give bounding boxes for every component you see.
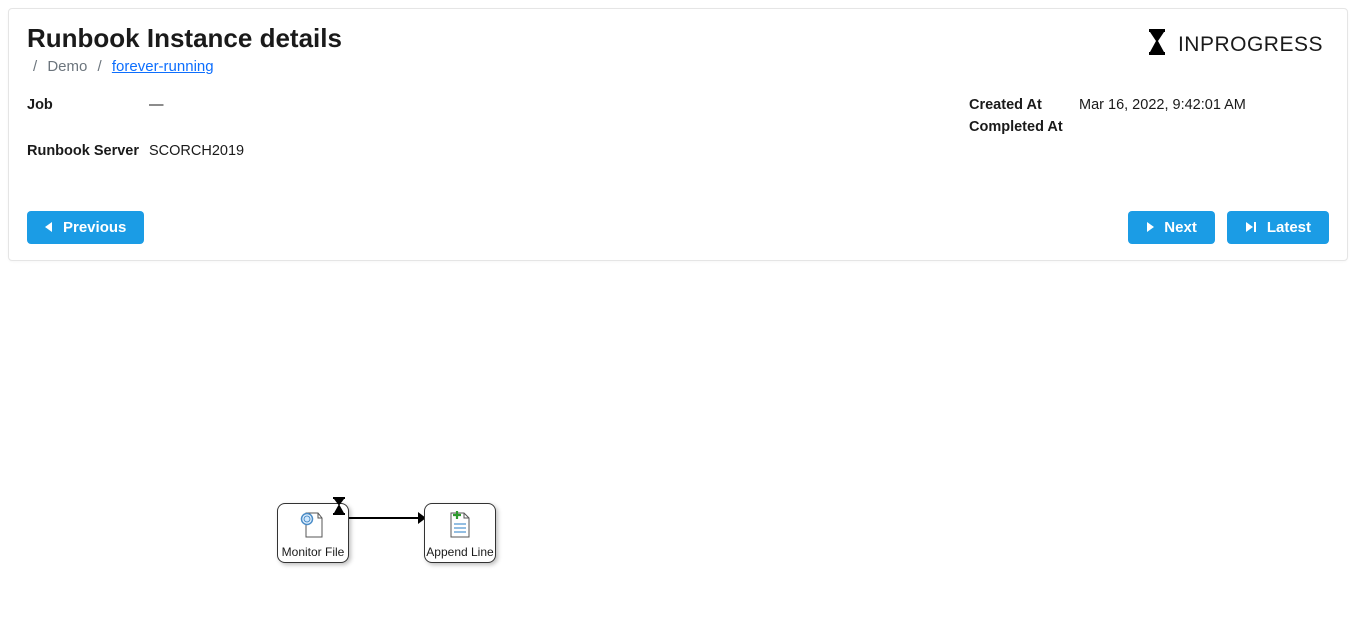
- append-line-icon: [445, 504, 475, 546]
- server-row: Runbook Server SCORCH2019: [27, 143, 929, 159]
- server-label: Runbook Server: [27, 143, 149, 159]
- button-row: Previous Next Latest: [27, 211, 1329, 244]
- job-label: Job: [27, 97, 149, 113]
- page-title: Runbook Instance details: [27, 23, 1146, 54]
- previous-label: Previous: [63, 219, 126, 236]
- details-grid: Job — Runbook Server SCORCH2019 Created …: [27, 97, 1329, 165]
- node-label: Append Line: [426, 546, 493, 560]
- button-row-left: Previous: [27, 211, 144, 244]
- button-row-right: Next Latest: [1128, 211, 1329, 244]
- next-button[interactable]: Next: [1128, 211, 1215, 244]
- flow-node-append-line[interactable]: Append Line: [424, 503, 496, 563]
- breadcrumb: / Demo / forever-running: [27, 58, 1146, 75]
- created-label: Created At: [969, 97, 1079, 113]
- server-value: SCORCH2019: [149, 143, 244, 159]
- monitor-file-icon: [298, 504, 328, 546]
- node-status-icon: [331, 497, 347, 520]
- completed-row: Completed At: [969, 119, 1329, 135]
- created-value: Mar 16, 2022, 9:42:01 AM: [1079, 97, 1246, 113]
- details-panel: Runbook Instance details / Demo / foreve…: [8, 8, 1348, 261]
- header-row: Runbook Instance details / Demo / foreve…: [27, 23, 1329, 75]
- hourglass-icon: [1146, 29, 1168, 60]
- status-area: INPROGRESS: [1146, 23, 1329, 60]
- caret-right-icon: [1146, 219, 1154, 236]
- previous-button[interactable]: Previous: [27, 211, 144, 244]
- next-label: Next: [1164, 219, 1197, 236]
- caret-left-icon: [45, 219, 53, 236]
- flow-connector: [349, 517, 424, 519]
- completed-label: Completed At: [969, 119, 1079, 135]
- breadcrumb-item-demo[interactable]: Demo: [47, 58, 87, 75]
- skip-end-icon: [1245, 219, 1257, 236]
- status-badge: INPROGRESS: [1178, 33, 1323, 57]
- left-details: Job — Runbook Server SCORCH2019: [27, 97, 929, 165]
- breadcrumb-sep: /: [33, 58, 37, 75]
- breadcrumb-sep: /: [98, 58, 102, 75]
- latest-button[interactable]: Latest: [1227, 211, 1329, 244]
- latest-label: Latest: [1267, 219, 1311, 236]
- right-details: Created At Mar 16, 2022, 9:42:01 AM Comp…: [969, 97, 1329, 165]
- job-value: —: [149, 97, 164, 113]
- created-row: Created At Mar 16, 2022, 9:42:01 AM: [969, 97, 1329, 113]
- diagram-area: Monitor File Append Line: [0, 269, 1356, 609]
- breadcrumb-item-forever-running[interactable]: forever-running: [112, 58, 214, 75]
- title-area: Runbook Instance details / Demo / foreve…: [27, 23, 1146, 75]
- node-label: Monitor File: [282, 546, 345, 560]
- job-row: Job —: [27, 97, 929, 113]
